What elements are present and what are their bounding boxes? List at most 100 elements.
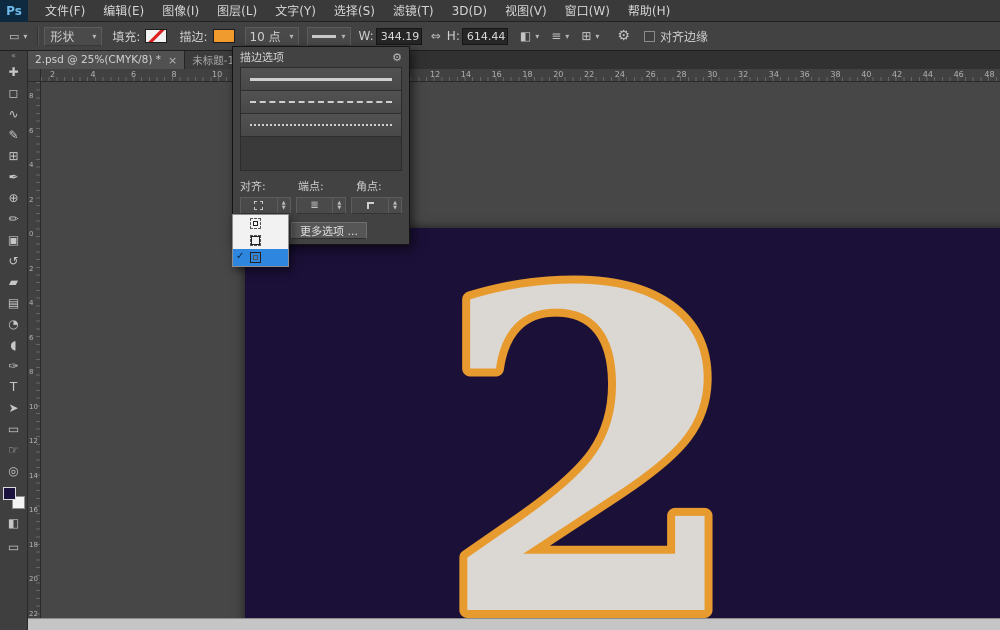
blur-tool[interactable]: ◔ [2, 313, 26, 334]
caps-select-value: ≣ [297, 200, 333, 211]
panel-menu-gear-icon[interactable]: ⚙ [392, 51, 402, 64]
v-ruler-num-12: 16 [29, 506, 38, 514]
v-ruler-num-8: 8 [29, 368, 34, 376]
v-ruler-num-13: 18 [29, 540, 38, 549]
stroke-style-select[interactable]: ▾ [306, 26, 351, 46]
collapse-toolbar-icon[interactable]: « [11, 51, 16, 61]
v-ruler-num-4: 0 [29, 230, 34, 238]
stroke-align-icon [254, 201, 264, 210]
tools-panel: « ✚ ◻ ∿ ✎ ⊞ ✒ ⊕ ✏ ▣ ↺ ▰ ▤ ◔ ◖ ✑ T ➤ ▭ ☞ ◎ ◧ ▭ [0, 51, 28, 630]
v-ruler-num-6: 4 [29, 299, 34, 307]
stroke-align-option-center[interactable] [233, 232, 288, 249]
move-tool[interactable]: ✚ [2, 61, 26, 82]
close-icon[interactable]: × [168, 54, 177, 67]
chevron-down-icon: ▾ [341, 31, 346, 41]
v-ruler-num-5: 2 [29, 264, 34, 273]
gear-icon: ⚙ [617, 28, 630, 44]
zoom-tool[interactable]: ◎ [2, 460, 26, 481]
stroke-preset-dashed[interactable] [241, 91, 401, 114]
h-ruler-num-0: 12 [430, 70, 441, 79]
stroke-align-option-outside[interactable]: ✓ [233, 249, 288, 266]
width-label: W: [358, 29, 374, 43]
corners-select[interactable]: ▲ ▼ [351, 197, 403, 214]
document-tab-bar: 2.psd @ 25%(CMYK/8) * × 未标题-1 @ 6 [28, 51, 1000, 69]
shape-settings-button[interactable]: ⚙ [613, 26, 634, 46]
eyedropper-tool[interactable]: ✒ [2, 166, 26, 187]
canvas-workspace[interactable]: 2 [41, 82, 1000, 618]
menu-item-1[interactable]: 编辑(E) [94, 0, 153, 22]
menu-item-5[interactable]: 选择(S) [325, 0, 384, 22]
more-options-button[interactable]: 更多选项 ... [291, 222, 367, 239]
marquee-tool[interactable]: ◻ [2, 82, 26, 103]
menu-item-6[interactable]: 滤镜(T) [384, 0, 443, 22]
stroke-preset-dotted[interactable] [241, 114, 401, 137]
height-input[interactable]: 614.44 [461, 27, 508, 45]
align-label: 对齐: [240, 180, 266, 193]
h-ruler-num-16: 44 [922, 70, 933, 79]
h-ruler-num-7: 26 [645, 70, 656, 79]
tool-mode-select[interactable]: 形状 ▾ [44, 26, 103, 46]
path-operations-button[interactable]: ◧ ▾ [516, 26, 543, 46]
chevron-down-icon: ▾ [595, 31, 600, 41]
vertical-ruler[interactable]: 8 6 4 2 0 2 4 6 8 10 12 14 16 18 20 22 [28, 82, 41, 618]
pen-tool[interactable]: ✑ [2, 355, 26, 376]
document-canvas[interactable]: 2 [245, 189, 1000, 618]
stroke-label: 描边: [179, 29, 208, 44]
clone-stamp-tool[interactable]: ▣ [2, 229, 26, 250]
path-selection-tool[interactable]: ➤ [2, 397, 26, 418]
align-select[interactable]: ▲ ▼ [240, 197, 291, 214]
link-dimensions-icon[interactable]: ⇔ [431, 29, 441, 43]
width-input[interactable]: 344.19 [375, 27, 422, 45]
dashed-line-sample [250, 101, 392, 103]
quick-mask-icon[interactable]: ◧ [2, 513, 26, 533]
type-tool[interactable]: T [2, 376, 26, 397]
screen-mode-icon[interactable]: ▭ [2, 537, 26, 557]
dotted-line-sample [250, 124, 392, 126]
chevron-down-icon: ▾ [289, 31, 294, 41]
tab-title: 2.psd @ 25%(CMYK/8) * [35, 54, 162, 66]
align-edges-checkbox[interactable] [643, 30, 655, 42]
menu-item-7[interactable]: 3D(D) [443, 0, 496, 22]
menu-item-8[interactable]: 视图(V) [496, 0, 556, 22]
menu-item-3[interactable]: 图层(L) [208, 0, 266, 22]
caps-select[interactable]: ≣ ▲ ▼ [295, 197, 347, 214]
menu-item-2[interactable]: 图像(I) [153, 0, 208, 22]
menu-item-10[interactable]: 帮助(H) [619, 0, 679, 22]
gradient-tool[interactable]: ▤ [2, 292, 26, 313]
healing-brush-tool[interactable]: ⊕ [2, 187, 26, 208]
eraser-tool[interactable]: ▰ [2, 271, 26, 292]
stroke-width-field[interactable]: 10 点 ▾ [244, 26, 299, 46]
brush-tool[interactable]: ✏ [2, 208, 26, 229]
quick-selection-tool[interactable]: ✎ [2, 124, 26, 145]
rectangle-tool[interactable]: ▭ [2, 418, 26, 439]
h-ruler-num-6: 24 [614, 70, 625, 79]
foreground-color-swatch[interactable] [2, 487, 16, 500]
menu-item-0[interactable]: 文件(F) [36, 0, 94, 22]
chevron-down-icon: ▾ [535, 31, 540, 41]
v-ruler-num-1: 6 [29, 126, 34, 135]
tab-document-2psd[interactable]: 2.psd @ 25%(CMYK/8) * × [28, 51, 186, 69]
ruler-origin-corner[interactable] [28, 69, 41, 82]
tool-preset-picker[interactable]: ▭ ▾ [5, 26, 31, 46]
stroke-swatch[interactable] [212, 29, 235, 43]
menu-item-4[interactable]: 文字(Y) [266, 0, 325, 22]
horizontal-ruler[interactable]: 2 4 6 8 10 12 14 16 18 20 22 24 26 28 30 32 34 36 38 40 42 4… [41, 69, 1000, 82]
v-ruler-num-14: 20 [29, 575, 38, 583]
h-ruler-num-10: 32 [738, 70, 749, 79]
path-arrangement-button[interactable]: ⊞ ▾ [577, 26, 603, 46]
h-ruler-num-15: 42 [892, 70, 903, 79]
fill-swatch[interactable] [145, 29, 168, 43]
ruler-numbers-vertical: 8 6 4 2 0 2 4 6 8 10 12 14 16 18 20 22 [28, 82, 40, 618]
hand-tool[interactable]: ☞ [2, 439, 26, 460]
dodge-tool[interactable]: ◖ [2, 334, 26, 355]
path-alignment-button[interactable]: ≡ ▾ [547, 26, 573, 46]
corners-label: 角点: [356, 180, 382, 193]
history-brush-tool[interactable]: ↺ [2, 250, 26, 271]
stroke-preset-solid[interactable] [241, 68, 401, 91]
crop-tool[interactable]: ⊞ [2, 145, 26, 166]
h-ruler-num-13: 38 [830, 70, 841, 79]
menu-item-9[interactable]: 窗口(W) [556, 0, 619, 22]
chevron-down-icon: ▾ [92, 31, 97, 41]
stroke-align-option-inside[interactable] [233, 215, 288, 232]
lasso-tool[interactable]: ∿ [2, 103, 26, 124]
